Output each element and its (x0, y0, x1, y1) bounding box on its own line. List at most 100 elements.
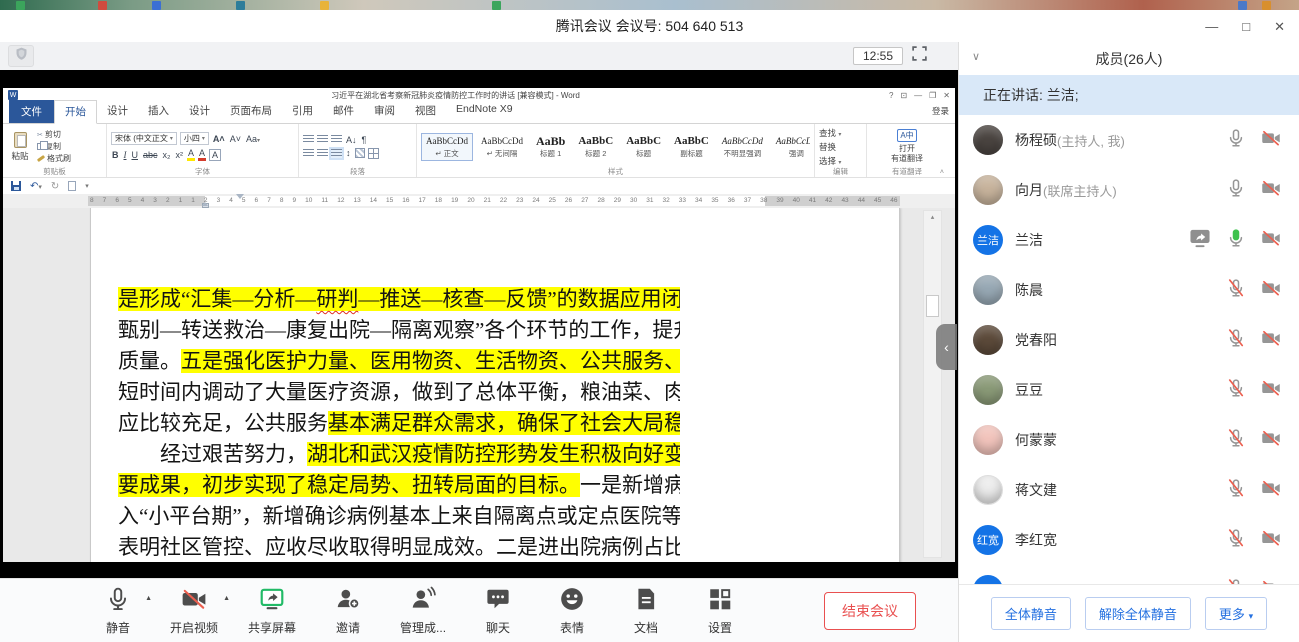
font-format-button-7[interactable]: A (198, 148, 206, 161)
camera-off-icon[interactable] (1261, 528, 1281, 553)
camera-off-icon[interactable] (1261, 378, 1281, 403)
font-format-button-0[interactable]: B (111, 150, 120, 160)
shading-icon[interactable] (355, 148, 365, 158)
word-minimize-icon[interactable]: — (914, 91, 922, 100)
member-row-李红宽[interactable]: 红宽李红宽 (959, 515, 1299, 565)
word-help-icon[interactable]: ? (889, 91, 893, 100)
camera-off-icon[interactable] (1261, 278, 1281, 303)
redo-icon[interactable]: ↻ (51, 181, 59, 192)
sort-button[interactable]: A↓ (345, 135, 358, 145)
toolbar-item-document[interactable]: 文档 (624, 586, 668, 636)
camera-off-icon[interactable] (1261, 478, 1281, 503)
word-tab-file[interactable]: 文件 (9, 100, 54, 123)
toolbar-item-chat[interactable]: 聊天 (476, 586, 520, 636)
caret-up-icon[interactable]: ▲ (145, 595, 152, 602)
word-close-icon[interactable]: ✕ (943, 91, 950, 100)
camera-off-icon[interactable] (1261, 228, 1281, 253)
style-card-不明显强调[interactable]: AaBbCcDd不明显强调 (717, 133, 768, 161)
camera-off-icon[interactable] (1261, 328, 1281, 353)
doc-line-4[interactable]: 短时间内调动了大量医疗资源，做到了总体平衡，粮油菜、肉蛋奶等生活物资供 (118, 377, 680, 408)
numbering-icon[interactable] (317, 135, 328, 144)
toolbar-item-camera-off[interactable]: 开启视频▲ (170, 586, 218, 636)
style-card-正文[interactable]: AaBbCcDd↵ 正文 (421, 133, 473, 161)
doc-line-6[interactable]: 经过艰苦努力，湖北和武汉疫情防控形势发生积极向好变化，取得阶段性重 (118, 439, 680, 470)
font-format-button-8[interactable]: A (209, 149, 221, 161)
member-row-蒋文建[interactable]: 蒋文建 (959, 465, 1299, 515)
doc-line-7[interactable]: 要成果，初步实现了稳定局势、扭转局面的目标。一是新增病例在高位运行上进 (118, 470, 680, 501)
line-spacing-button[interactable]: ↕ (345, 148, 352, 158)
scroll-up-icon[interactable]: ▴ (924, 213, 941, 221)
document-text[interactable]: 是形成“汇集—分析—研判—推送—核查—反馈”的数据应用闭环，落实“筛查甄别—转送… (118, 284, 680, 562)
undo-icon[interactable]: ↶▾ (30, 181, 42, 192)
word-tab-10[interactable]: EndNote X9 (446, 100, 523, 123)
end-meeting-button[interactable]: 结束会议 (824, 592, 916, 630)
mic-muted-icon[interactable] (1226, 328, 1246, 353)
caret-up-icon[interactable]: ▲ (223, 595, 230, 602)
font-format-button-5[interactable]: x² (175, 150, 185, 160)
multilevel-list-icon[interactable] (331, 135, 342, 144)
word-signin-link[interactable]: 登录 (932, 105, 949, 117)
style-card-无间隔[interactable]: AaBbCcDd↵ 无间隔 (476, 133, 528, 161)
word-restore-icon[interactable]: ❐ (929, 91, 936, 100)
style-card-标题[interactable]: AaBbC标题 (621, 133, 666, 161)
toolbar-item-share-screen[interactable]: 共享屏幕 (248, 586, 296, 636)
mute-all-button[interactable]: 全体静音 (991, 597, 1071, 630)
doc-line-9[interactable]: 表明社区管控、应收尽收取得明显成效。二是进出院病例占比实现逆转，2 月 19 (118, 532, 680, 562)
word-tab-9[interactable]: 视图 (405, 100, 446, 123)
font-format-button-4[interactable]: x₂ (162, 150, 172, 160)
camera-off-icon[interactable] (1261, 128, 1281, 153)
print-preview-icon[interactable] (68, 181, 76, 191)
select-button[interactable]: 选择 ▾ (819, 155, 841, 167)
doc-line-3[interactable]: 质量。五是强化医护力量、医用物资、生活物资、公共服务、社会稳定五个保障， (118, 346, 680, 377)
find-button[interactable]: 查找 ▾ (819, 127, 841, 139)
toolbar-item-manage-members[interactable]: 管理成... (400, 586, 446, 636)
mic-on-icon[interactable] (1226, 128, 1246, 153)
doc-line-2[interactable]: 甄别—转送救治—康复出院—隔离观察”各个环节的工作，提升防控和收治工作 (118, 315, 680, 346)
align-left-icon[interactable] (303, 149, 314, 158)
first-line-indent-marker[interactable] (236, 194, 244, 203)
mic-muted-icon[interactable] (1226, 278, 1246, 303)
format-painter-button[interactable]: 格式刷 (37, 153, 71, 164)
member-row-陈晨[interactable]: 陈晨 (959, 265, 1299, 315)
mic-muted-icon[interactable] (1226, 528, 1246, 553)
word-tab-3[interactable]: 插入 (138, 100, 179, 123)
member-row-向月[interactable]: 向月(联席主持人) (959, 165, 1299, 215)
camera-off-icon[interactable] (1261, 428, 1281, 453)
font-format-button-6[interactable]: A (187, 148, 195, 161)
members-list[interactable]: 杨程硕(主持人, 我)向月(联席主持人)兰洁兰洁陈晨党春阳豆豆何蒙蒙蒋文建红宽李… (959, 115, 1299, 584)
toolbar-item-mic[interactable]: 静音▲ (96, 586, 140, 636)
replace-button[interactable]: 替换 (819, 141, 841, 153)
toolbar-item-settings[interactable]: 设置 (698, 586, 742, 636)
font-size-select[interactable]: 小四▾ (180, 132, 209, 145)
borders-icon[interactable] (368, 148, 379, 159)
doc-line-5[interactable]: 应比较充足，公共服务基本满足群众需求，确保了社会大局稳定。 (118, 408, 680, 439)
word-ribbon-options-icon[interactable]: ⊡ (900, 91, 907, 100)
mic-on-icon[interactable] (1226, 178, 1246, 203)
toolbar-item-invite[interactable]: 邀请 (326, 586, 370, 636)
minimize-button[interactable]: — (1205, 20, 1218, 33)
close-button[interactable]: ✕ (1274, 20, 1285, 33)
qat-customize-icon[interactable]: ▾ (85, 182, 89, 190)
align-center-icon[interactable] (317, 149, 328, 158)
align-justify-icon[interactable] (331, 149, 342, 158)
mic-muted-icon[interactable] (1226, 428, 1246, 453)
vertical-scrollbar[interactable]: ▴ (923, 210, 942, 558)
word-tab-5[interactable]: 页面布局 (220, 100, 282, 123)
style-card-标题 2[interactable]: AaBbC标题 2 (573, 133, 618, 161)
cut-button[interactable]: ✂剪切 (37, 129, 71, 140)
fullscreen-icon[interactable] (911, 45, 928, 67)
member-row-partial[interactable] (959, 565, 1299, 584)
member-row-何蒙蒙[interactable]: 何蒙蒙 (959, 415, 1299, 465)
chevron-down-icon[interactable]: ∨ (972, 50, 980, 63)
horizontal-ruler[interactable]: 8765432112345678910111213141516171819202… (88, 196, 900, 206)
more-button[interactable]: 更多 ▾ (1205, 597, 1267, 630)
grow-font-button[interactable]: A˄ (212, 134, 226, 144)
doc-line-8[interactable]: 入“小平台期”，新增确诊病例基本上来自隔离点或定点医院等管控范围之内， (118, 501, 680, 532)
youdao-translate-button[interactable]: A中 打开有道翻译 (891, 129, 923, 163)
member-row-党春阳[interactable]: 党春阳 (959, 315, 1299, 365)
scrollbar-thumb[interactable] (926, 295, 939, 317)
camera-off-icon[interactable] (1261, 178, 1281, 203)
member-row-兰洁[interactable]: 兰洁兰洁 (959, 215, 1299, 265)
word-tab-8[interactable]: 审阅 (364, 100, 405, 123)
word-tab-6[interactable]: 引用 (282, 100, 323, 123)
